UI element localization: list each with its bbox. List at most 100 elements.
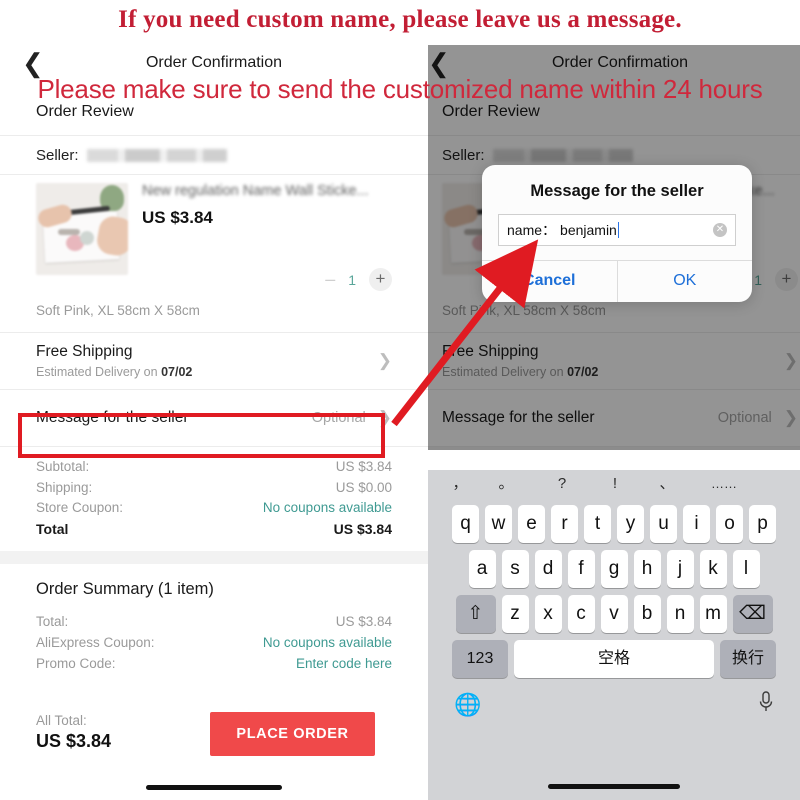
key-p[interactable]: p (749, 505, 776, 543)
cost-row: Subtotal: US $3.84 (36, 457, 392, 478)
key-u[interactable]: u (650, 505, 677, 543)
key-j[interactable]: j (666, 550, 694, 588)
suggestion-exclaim[interactable]: ! (590, 470, 640, 498)
quantity-decrease-button[interactable]: – (325, 269, 335, 290)
suggestion-bar: ， 。 ? ! 、 …… (428, 470, 800, 498)
keyboard-row-2: a s d f g h j k l (428, 550, 800, 588)
section-separator (0, 551, 428, 564)
key-s[interactable]: s (501, 550, 529, 588)
all-total-value: US $3.84 (36, 731, 112, 751)
cost-key: Subtotal: (36, 459, 90, 474)
suggestion-period[interactable]: 。 (478, 470, 534, 498)
key-z[interactable]: z (501, 595, 529, 633)
key-c[interactable]: c (567, 595, 595, 633)
key-r[interactable]: r (551, 505, 578, 543)
summary-key: Promo Code: (36, 656, 116, 671)
product-row[interactable]: New regulation Name Wall Sticke... US $3… (0, 175, 428, 291)
shift-key-icon[interactable]: ⇧ (455, 595, 496, 633)
all-total-label: All Total: (36, 713, 87, 728)
quantity-stepper[interactable]: – 1 + (142, 268, 392, 291)
summary-row: Promo Code: Enter code here (36, 653, 392, 674)
key-n[interactable]: n (666, 595, 694, 633)
cost-key: Store Coupon: (36, 500, 124, 515)
key-x[interactable]: x (534, 595, 562, 633)
cost-key: Shipping: (36, 479, 93, 495)
globe-icon[interactable]: 🌐 (454, 692, 481, 718)
shipping-delivery: Estimated Delivery on 07/02 (36, 365, 378, 379)
message-for-seller-dialog: Message for the seller name： benjamin ✕ … (482, 165, 752, 302)
total-value: US $3.84 (333, 520, 392, 537)
product-price: US $3.84 (142, 208, 213, 227)
summary-key: AliExpress Coupon: (36, 635, 155, 650)
suggestion-ellipsis[interactable]: …… (694, 470, 754, 498)
total-key: Total (36, 520, 69, 537)
key-t[interactable]: t (584, 505, 611, 543)
home-indicator (548, 784, 680, 789)
key-e[interactable]: e (518, 505, 545, 543)
promo-headline: If you need custom name, please leave us… (118, 6, 682, 33)
space-key[interactable]: 空格 (514, 640, 714, 678)
cost-row: Store Coupon: No coupons available (36, 498, 392, 519)
text-caret (617, 222, 620, 238)
key-q[interactable]: q (452, 505, 479, 543)
quantity-value: 1 (348, 271, 356, 288)
key-l[interactable]: l (732, 550, 760, 588)
place-order-button[interactable]: PLACE ORDER (210, 712, 375, 756)
onscreen-keyboard: ， 。 ? ! 、 …… q w e r t y u i o p a s d f… (428, 470, 800, 800)
key-h[interactable]: h (633, 550, 661, 588)
aliexpress-coupon-link[interactable]: No coupons available (263, 632, 392, 653)
key-b[interactable]: b (633, 595, 661, 633)
promo-subheadline: Please make sure to send the customized … (37, 74, 763, 104)
key-a[interactable]: a (468, 550, 496, 588)
mic-icon[interactable] (758, 691, 774, 719)
keyboard-row-4: 123 空格 换行 (428, 640, 800, 678)
clear-input-icon[interactable]: ✕ (713, 223, 727, 237)
chevron-right-icon: ❯ (377, 351, 392, 370)
order-summary-heading: Order Summary (1 item) (36, 580, 214, 598)
seller-row[interactable]: Seller: (36, 136, 392, 174)
shipping-row[interactable]: Free Shipping Estimated Delivery on 07/0… (0, 333, 428, 389)
keyboard-row-1: q w e r t y u i o p (428, 505, 800, 543)
key-i[interactable]: i (683, 505, 710, 543)
message-input-prefix: name： (507, 222, 557, 238)
suggestion-enumeration[interactable]: 、 (640, 470, 694, 498)
message-input[interactable]: name： benjamin ✕ (498, 214, 736, 246)
home-indicator (146, 785, 282, 790)
order-review-heading: Order Review (36, 103, 134, 120)
quantity-increase-button[interactable]: + (369, 268, 392, 291)
order-confirmation-screen-right: ❮ Order Confirmation Order Review Seller… (428, 45, 800, 800)
product-variant: Soft Pink, XL 58cm X 58cm (36, 303, 200, 318)
suggestion-question[interactable]: ? (534, 470, 590, 498)
summary-key: Total: (36, 614, 69, 629)
store-coupon-link[interactable]: No coupons available (263, 498, 392, 519)
cost-row: Shipping: US $0.00 (36, 478, 392, 499)
numbers-key[interactable]: 123 (452, 640, 508, 678)
ok-button[interactable]: OK (618, 261, 753, 302)
keyboard-bottom-row: 🌐 (428, 678, 800, 719)
key-d[interactable]: d (534, 550, 562, 588)
dialog-title: Message for the seller (530, 182, 704, 200)
return-key[interactable]: 换行 (720, 640, 776, 678)
summary-row: AliExpress Coupon: No coupons available (36, 632, 392, 653)
backspace-key-icon[interactable]: ⌫ (732, 595, 773, 633)
key-k[interactable]: k (699, 550, 727, 588)
key-v[interactable]: v (600, 595, 628, 633)
key-m[interactable]: m (699, 595, 727, 633)
seller-label: Seller: (36, 146, 79, 164)
cancel-button[interactable]: Cancel (482, 261, 618, 302)
suggestion-comma[interactable]: ， (442, 470, 478, 498)
key-w[interactable]: w (485, 505, 512, 543)
delivery-prefix: Estimated Delivery on (36, 365, 162, 379)
cost-value: US $3.84 (335, 459, 392, 474)
key-g[interactable]: g (600, 550, 628, 588)
annotation-highlight-box (18, 413, 385, 458)
summary-row: Total: US $3.84 (36, 611, 392, 632)
promo-code-link[interactable]: Enter code here (296, 653, 392, 674)
key-o[interactable]: o (716, 505, 743, 543)
product-thumbnail[interactable] (36, 183, 128, 275)
summary-value: US $3.84 (335, 614, 392, 629)
key-y[interactable]: y (617, 505, 644, 543)
message-input-value: benjamin (560, 222, 617, 238)
key-f[interactable]: f (567, 550, 595, 588)
cost-row-total: Total US $3.84 (36, 519, 392, 540)
